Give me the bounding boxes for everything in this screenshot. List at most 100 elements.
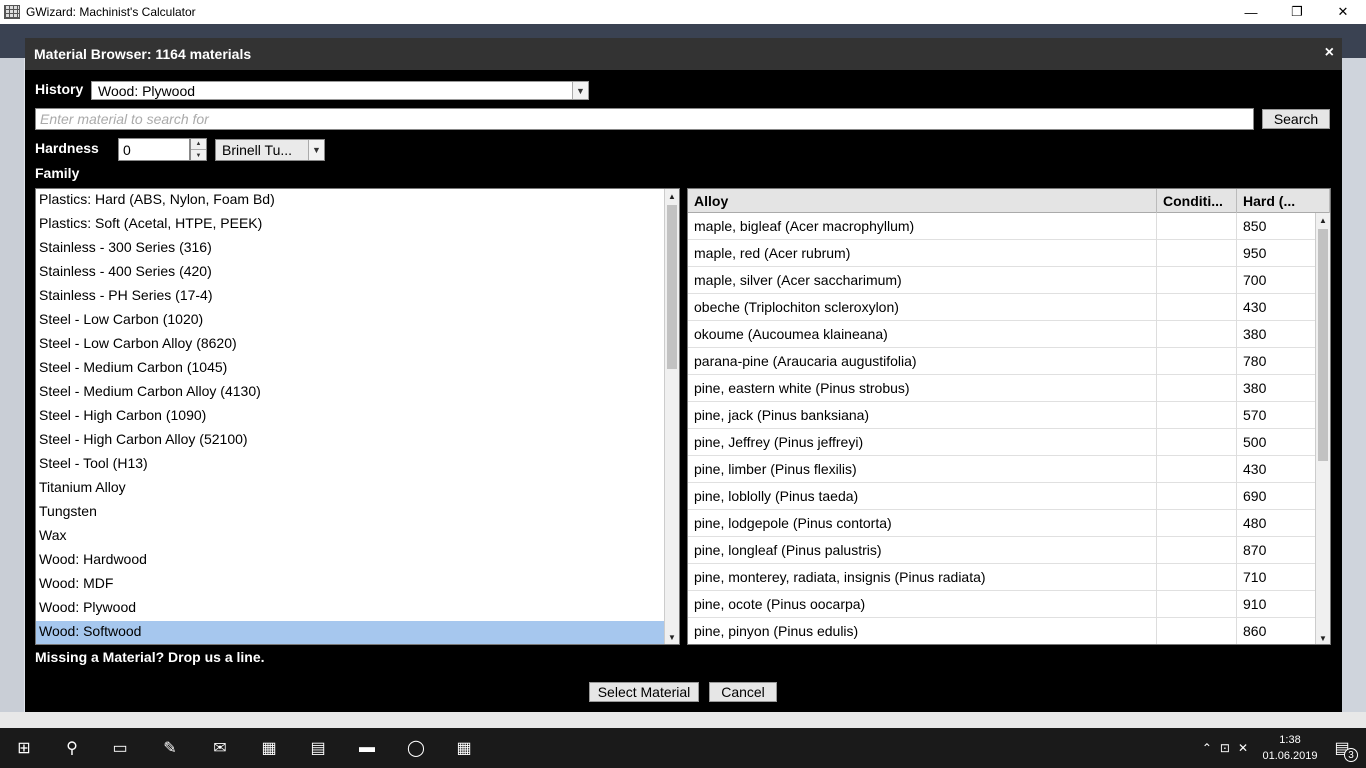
search-button[interactable]: Search: [1262, 109, 1330, 129]
family-item[interactable]: Wood: MDF: [36, 573, 679, 597]
family-item[interactable]: Steel - High Carbon Alloy (52100): [36, 429, 679, 453]
table-row[interactable]: obeche (Triplochiton scleroxylon) 430: [688, 294, 1317, 321]
table-row[interactable]: pine, monterey, radiata, insignis (Pinus…: [688, 564, 1317, 591]
table-row[interactable]: maple, bigleaf (Acer macrophyllum) 850: [688, 213, 1317, 240]
family-item[interactable]: Tungsten: [36, 501, 679, 525]
file-explorer-icon[interactable]: ▬: [355, 736, 379, 760]
windows-start-icon[interactable]: ⊞: [12, 736, 36, 760]
scroll-up-icon[interactable]: ▲: [1316, 213, 1330, 227]
column-header-hardness[interactable]: Hard (...: [1237, 189, 1330, 213]
condition-cell: [1157, 537, 1237, 564]
table-row[interactable]: maple, silver (Acer saccharimum) 700: [688, 267, 1317, 294]
condition-cell: [1157, 456, 1237, 483]
minimize-button[interactable]: —: [1228, 0, 1274, 24]
chevron-down-icon[interactable]: ▼: [308, 140, 324, 160]
table-row[interactable]: pine, longleaf (Pinus palustris) 870: [688, 537, 1317, 564]
family-list[interactable]: Plastics: Hard (ABS, Nylon, Foam Bd) Plas…: [35, 188, 680, 645]
family-item[interactable]: Wood: Hardwood: [36, 549, 679, 573]
family-item[interactable]: Wood: Plywood: [36, 597, 679, 621]
family-item[interactable]: Steel - High Carbon (1090): [36, 405, 679, 429]
gwizard-app-icon[interactable]: ▦: [452, 736, 476, 760]
network-icon[interactable]: ⊡: [1220, 741, 1230, 755]
condition-cell: [1157, 240, 1237, 267]
family-item[interactable]: Steel - Low Carbon Alloy (8620): [36, 333, 679, 357]
table-row[interactable]: pine, pinyon (Pinus edulis) 860: [688, 618, 1317, 644]
family-item[interactable]: Steel - Medium Carbon (1045): [36, 357, 679, 381]
stepper-down-icon[interactable]: ▼: [191, 150, 206, 161]
family-item[interactable]: Stainless - 400 Series (420): [36, 261, 679, 285]
clock-date: 01.06.2019: [1262, 750, 1318, 762]
dialog-close-icon[interactable]: ×: [1325, 44, 1334, 62]
hardness-cell: 860: [1237, 618, 1317, 644]
hardness-cell: 430: [1237, 456, 1317, 483]
hardness-field[interactable]: 0: [118, 138, 190, 161]
select-material-button[interactable]: Select Material: [589, 682, 699, 702]
task-view-icon[interactable]: ▭: [108, 736, 132, 760]
material-browser-dialog: Material Browser: 1164 materials × Histo…: [25, 38, 1342, 712]
search-icon[interactable]: ⚲: [60, 736, 84, 760]
opera-browser-icon[interactable]: ◯: [404, 736, 428, 760]
table-row[interactable]: maple, red (Acer rubrum) 950: [688, 240, 1317, 267]
table-row[interactable]: pine, ocote (Pinus oocarpa) 910: [688, 591, 1317, 618]
hardness-cell: 380: [1237, 375, 1317, 402]
chevron-down-icon[interactable]: ▼: [572, 82, 588, 99]
table-row[interactable]: pine, eastern white (Pinus strobus) 380: [688, 375, 1317, 402]
mail-app-icon[interactable]: ✉: [208, 736, 232, 760]
chevron-up-icon[interactable]: ⌃: [1202, 741, 1212, 755]
close-window-button[interactable]: ✕: [1320, 0, 1366, 24]
family-item[interactable]: Steel - Tool (H13): [36, 453, 679, 477]
paint-app-icon[interactable]: ✎: [158, 736, 182, 760]
alloy-cell: pine, Jeffrey (Pinus jeffreyi): [688, 429, 1157, 456]
table-row[interactable]: okoume (Aucoumea klaineana) 380: [688, 321, 1317, 348]
condition-cell: [1157, 321, 1237, 348]
scroll-down-icon[interactable]: ▼: [665, 630, 679, 644]
table-row[interactable]: pine, limber (Pinus flexilis) 430: [688, 456, 1317, 483]
family-scroll-thumb[interactable]: [667, 205, 677, 369]
hardness-stepper[interactable]: ▲ ▼: [190, 138, 207, 161]
family-item[interactable]: Stainless - 300 Series (316): [36, 237, 679, 261]
family-item[interactable]: Steel - Low Carbon (1020): [36, 309, 679, 333]
taskbar-clock[interactable]: 1:38 01.06.2019: [1260, 732, 1320, 764]
missing-material-link[interactable]: Missing a Material? Drop us a line.: [35, 649, 265, 665]
hardness-unit-dropdown[interactable]: Brinell Tu... ▼: [215, 139, 325, 161]
family-items: Plastics: Hard (ABS, Nylon, Foam Bd) Plas…: [36, 189, 679, 644]
hardness-label: Hardness: [35, 140, 99, 156]
scroll-down-icon[interactable]: ▼: [1316, 631, 1330, 644]
spreadsheet-app-icon[interactable]: ▦: [257, 736, 281, 760]
alloy-cell: pine, eastern white (Pinus strobus): [688, 375, 1157, 402]
family-item[interactable]: Plastics: Hard (ABS, Nylon, Foam Bd): [36, 189, 679, 213]
alloy-scrollbar[interactable]: ▲ ▼: [1315, 213, 1330, 644]
clock-time: 1:38: [1279, 734, 1301, 746]
scroll-up-icon[interactable]: ▲: [665, 189, 679, 203]
window-titlebar: GWizard: Machinist's Calculator — ❐ ✕: [0, 0, 1366, 24]
family-item[interactable]: Wax: [36, 525, 679, 549]
alloy-scroll-thumb[interactable]: [1318, 229, 1328, 461]
alloy-cell: maple, silver (Acer saccharimum): [688, 267, 1157, 294]
notification-center-icon[interactable]: ▤ 3: [1330, 736, 1358, 762]
volume-muted-icon[interactable]: ✕: [1238, 741, 1248, 755]
maximize-button[interactable]: ❐: [1274, 0, 1320, 24]
computer-app-icon[interactable]: ▤: [306, 736, 330, 760]
stepper-up-icon[interactable]: ▲: [191, 139, 206, 150]
alloy-table: Alloy Conditi... Hard (... maple, biglea…: [687, 188, 1331, 645]
family-item[interactable]: Plastics: Soft (Acetal, HTPE, PEEK): [36, 213, 679, 237]
table-row[interactable]: pine, lodgepole (Pinus contorta) 480: [688, 510, 1317, 537]
table-row[interactable]: pine, Jeffrey (Pinus jeffreyi) 500: [688, 429, 1317, 456]
material-search-input[interactable]: [35, 108, 1254, 130]
alloy-table-header: Alloy Conditi... Hard (...: [688, 189, 1330, 213]
table-row[interactable]: pine, loblolly (Pinus taeda) 690: [688, 483, 1317, 510]
hardness-cell: 910: [1237, 591, 1317, 618]
family-scrollbar[interactable]: ▲ ▼: [664, 189, 679, 644]
family-item[interactable]: Stainless - PH Series (17-4): [36, 285, 679, 309]
column-header-alloy[interactable]: Alloy: [688, 189, 1157, 213]
family-item[interactable]: Titanium Alloy: [36, 477, 679, 501]
family-item[interactable]: Steel - Medium Carbon Alloy (4130): [36, 381, 679, 405]
hardness-cell: 480: [1237, 510, 1317, 537]
cancel-button[interactable]: Cancel: [709, 682, 777, 702]
table-row[interactable]: pine, jack (Pinus banksiana) 570: [688, 402, 1317, 429]
family-item[interactable]: Wood: Softwood: [36, 621, 679, 644]
dialog-title: Material Browser: 1164 materials: [34, 46, 252, 62]
history-dropdown[interactable]: Wood: Plywood ▼: [91, 81, 589, 100]
column-header-condition[interactable]: Conditi...: [1157, 189, 1237, 213]
table-row[interactable]: parana-pine (Araucaria augustifolia) 780: [688, 348, 1317, 375]
